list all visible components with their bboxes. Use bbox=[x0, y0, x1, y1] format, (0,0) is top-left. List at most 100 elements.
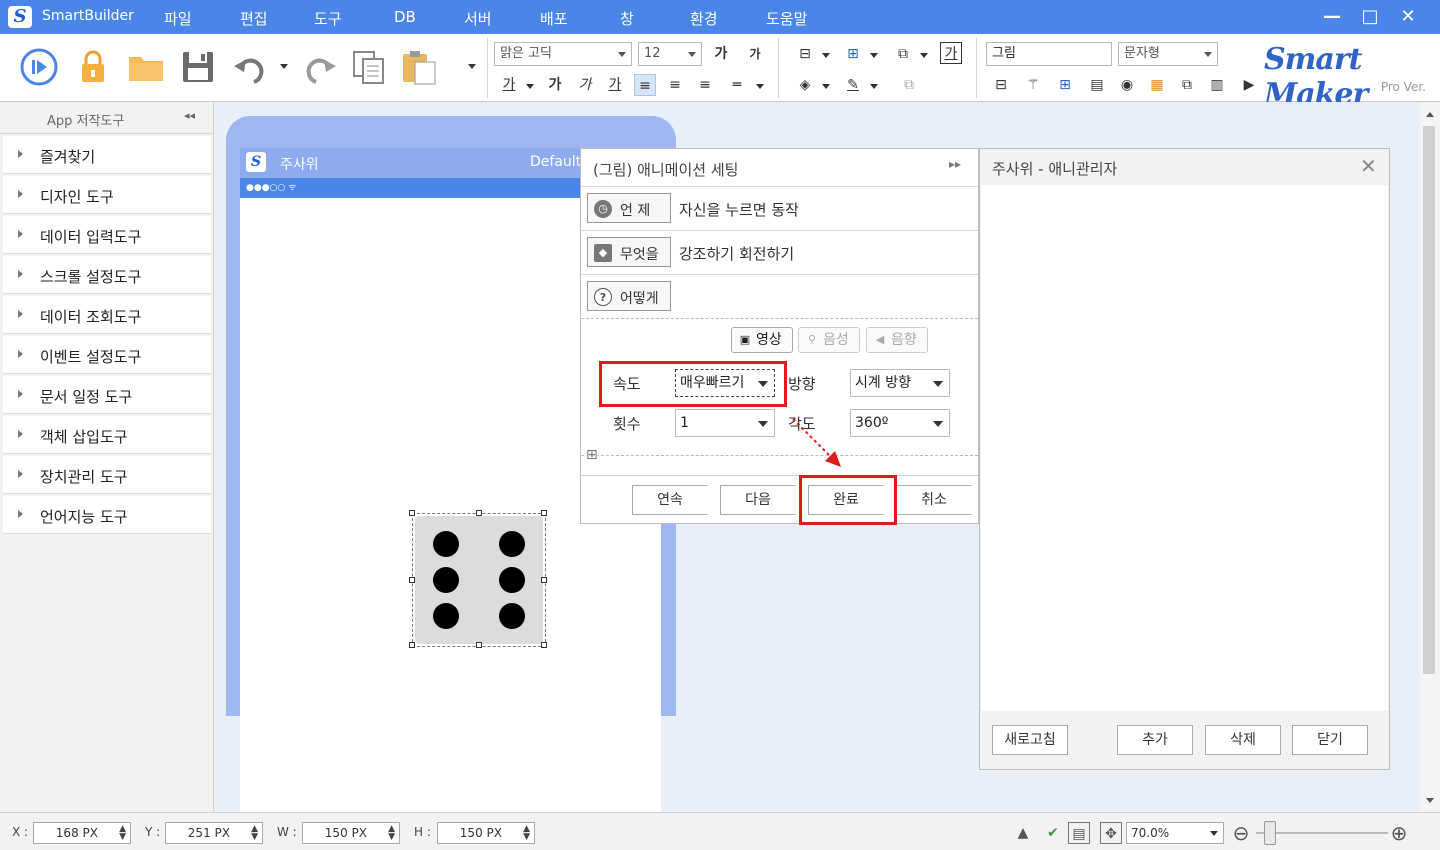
object-name-field[interactable]: 그림 bbox=[986, 42, 1112, 66]
menu-db[interactable]: DB bbox=[394, 8, 416, 26]
window-icon[interactable]: ▤ bbox=[1086, 74, 1108, 96]
sidebar-item-data-input[interactable]: 데이터 입력도구 bbox=[3, 216, 211, 254]
menu-edit[interactable]: 편집 bbox=[240, 8, 268, 29]
fill-icon[interactable]: ◈ bbox=[794, 74, 816, 96]
arrange-dropdown-icon[interactable] bbox=[822, 53, 830, 58]
text-box-icon[interactable]: 가 bbox=[940, 42, 962, 64]
y-field[interactable]: 251 PX ▲ ▼ bbox=[165, 822, 263, 844]
menu-deploy[interactable]: 배포 bbox=[540, 8, 568, 29]
paste-dropdown-icon[interactable] bbox=[468, 64, 476, 69]
sidebar-item-document[interactable]: 문서 일정 도구 bbox=[3, 376, 211, 414]
redo-icon[interactable] bbox=[300, 48, 338, 86]
paste-icon[interactable] bbox=[400, 48, 438, 86]
spinner-icon[interactable]: ▲ ▼ bbox=[251, 825, 258, 842]
expand-box-icon[interactable]: ⊞ bbox=[586, 448, 598, 462]
close-panel-button[interactable]: 닫기 bbox=[1292, 725, 1368, 755]
close-button[interactable]: ✕ bbox=[1393, 3, 1423, 31]
dice-image-selection[interactable] bbox=[409, 510, 547, 648]
resize-handle[interactable] bbox=[541, 577, 547, 583]
sidebar-item-data-query[interactable]: 데이터 조회도구 bbox=[3, 296, 211, 334]
sound-button[interactable]: ◀ 음향 bbox=[866, 327, 928, 353]
maximize-button[interactable]: □ bbox=[1355, 3, 1385, 31]
refresh-button[interactable]: 새로고침 bbox=[992, 725, 1068, 755]
font-color-icon[interactable]: 가 bbox=[498, 74, 520, 96]
resize-handle[interactable] bbox=[476, 510, 482, 516]
minimize-button[interactable]: — bbox=[1317, 3, 1347, 31]
add-button[interactable]: 추가 bbox=[1117, 725, 1193, 755]
folder-icon[interactable] bbox=[127, 48, 165, 86]
zoom-out-icon[interactable]: ⊖ bbox=[1230, 822, 1252, 844]
align-center-icon[interactable]: ≡ bbox=[664, 74, 686, 96]
underline-icon[interactable]: 가 bbox=[604, 74, 626, 96]
lock-icon[interactable] bbox=[74, 48, 112, 86]
scroll-down-icon[interactable] bbox=[1426, 798, 1434, 803]
animation-list[interactable] bbox=[981, 185, 1388, 711]
how-button[interactable]: ? 어떻게 bbox=[587, 281, 671, 311]
spinner-icon[interactable]: ▲ ▼ bbox=[388, 825, 395, 842]
copy-icon[interactable] bbox=[350, 48, 388, 86]
sidebar-item-event[interactable]: 이벤트 설정도구 bbox=[3, 336, 211, 374]
layout-icon[interactable]: ⊟ bbox=[990, 74, 1012, 96]
pen-color-icon[interactable]: ✎ bbox=[842, 74, 864, 96]
text-type-select[interactable]: 문자형 bbox=[1118, 42, 1218, 66]
count-select[interactable]: 1 bbox=[675, 409, 775, 437]
eye-icon[interactable]: ◉ bbox=[1116, 74, 1138, 96]
align-right-icon[interactable]: ≡ bbox=[694, 74, 716, 96]
database-icon[interactable]: ▥ bbox=[1206, 74, 1228, 96]
font-color-dropdown-icon[interactable] bbox=[526, 84, 534, 89]
undo-icon[interactable] bbox=[232, 48, 270, 86]
menu-window[interactable]: 창 bbox=[620, 8, 634, 29]
sidebar-item-favorites[interactable]: 즐겨찾기 bbox=[3, 136, 211, 174]
voice-button[interactable]: ⚲ 음성 bbox=[798, 327, 860, 353]
vertical-scrollbar[interactable] bbox=[1420, 102, 1440, 812]
line-style-icon[interactable]: ═ bbox=[726, 74, 748, 96]
magic-wand-icon[interactable]: ⚚ bbox=[1022, 74, 1044, 96]
menu-help[interactable]: 도움말 bbox=[766, 8, 807, 29]
menu-tools[interactable]: 도구 bbox=[314, 8, 342, 29]
bold-icon[interactable]: 가 bbox=[544, 74, 566, 96]
preview-icon[interactable]: ▶ bbox=[1238, 74, 1260, 96]
align-left-icon[interactable]: ≡ bbox=[634, 74, 656, 96]
sidebar-item-scroll[interactable]: 스크롤 설정도구 bbox=[3, 256, 211, 294]
run-icon[interactable] bbox=[20, 48, 58, 86]
font-size-select[interactable]: 12 bbox=[638, 42, 702, 66]
collapse-icon[interactable]: ◂◂ bbox=[184, 109, 195, 122]
resize-handle[interactable] bbox=[409, 642, 415, 648]
what-button[interactable]: ◆ 무엇을 bbox=[587, 237, 671, 267]
menu-server[interactable]: 서버 bbox=[464, 8, 492, 29]
cancel-button[interactable]: 취소 bbox=[896, 485, 972, 515]
save-icon[interactable] bbox=[179, 48, 217, 86]
x-field[interactable]: 168 PX ▲ ▼ bbox=[33, 822, 131, 844]
undo-dropdown-icon[interactable] bbox=[280, 64, 288, 69]
when-button[interactable]: ◷ 언 제 bbox=[587, 193, 671, 223]
palette-icon[interactable]: ▦ bbox=[1146, 74, 1168, 96]
group-icon[interactable]: ⧉ bbox=[892, 43, 914, 65]
font-name-select[interactable]: 맑은 고딕 bbox=[494, 42, 632, 66]
resize-handle[interactable] bbox=[476, 642, 482, 648]
page-icon[interactable]: ▤ bbox=[1068, 822, 1090, 844]
bell-icon[interactable]: ▲ bbox=[1012, 822, 1034, 844]
w-field[interactable]: 150 PX ▲ ▼ bbox=[302, 822, 400, 844]
arrange-icon[interactable]: ⊟ bbox=[794, 43, 816, 65]
zoom-in-icon[interactable]: ⊕ bbox=[1388, 822, 1410, 844]
resize-handle[interactable] bbox=[409, 510, 415, 516]
group-dropdown-icon[interactable] bbox=[920, 53, 928, 58]
video-button[interactable]: ▣ 영상 bbox=[731, 327, 793, 353]
zoom-select[interactable]: 70.0% bbox=[1126, 822, 1224, 844]
next-button[interactable]: 다음 bbox=[720, 485, 796, 515]
pen-color-dropdown-icon[interactable] bbox=[870, 84, 878, 89]
font-shrink-icon[interactable]: 가 bbox=[744, 43, 766, 65]
direction-select[interactable]: 시계 방향 bbox=[850, 369, 950, 397]
continue-button[interactable]: 연속 bbox=[632, 485, 708, 515]
resize-handle[interactable] bbox=[541, 642, 547, 648]
table-icon[interactable]: ⊞ bbox=[1054, 74, 1076, 96]
spinner-icon[interactable]: ▲ ▼ bbox=[119, 825, 126, 842]
dice-image[interactable] bbox=[415, 516, 543, 644]
sidebar-item-device[interactable]: 장치관리 도구 bbox=[3, 456, 211, 494]
ungroup-icon[interactable]: ⧉ bbox=[898, 74, 920, 96]
sidebar-item-object-insert[interactable]: 객체 삽입도구 bbox=[3, 416, 211, 454]
scroll-up-icon[interactable] bbox=[1426, 112, 1434, 117]
h-field[interactable]: 150 PX ▲ ▼ bbox=[437, 822, 535, 844]
link-icon[interactable]: ⧉ bbox=[1176, 74, 1198, 96]
menu-settings[interactable]: 환경 bbox=[690, 8, 718, 29]
